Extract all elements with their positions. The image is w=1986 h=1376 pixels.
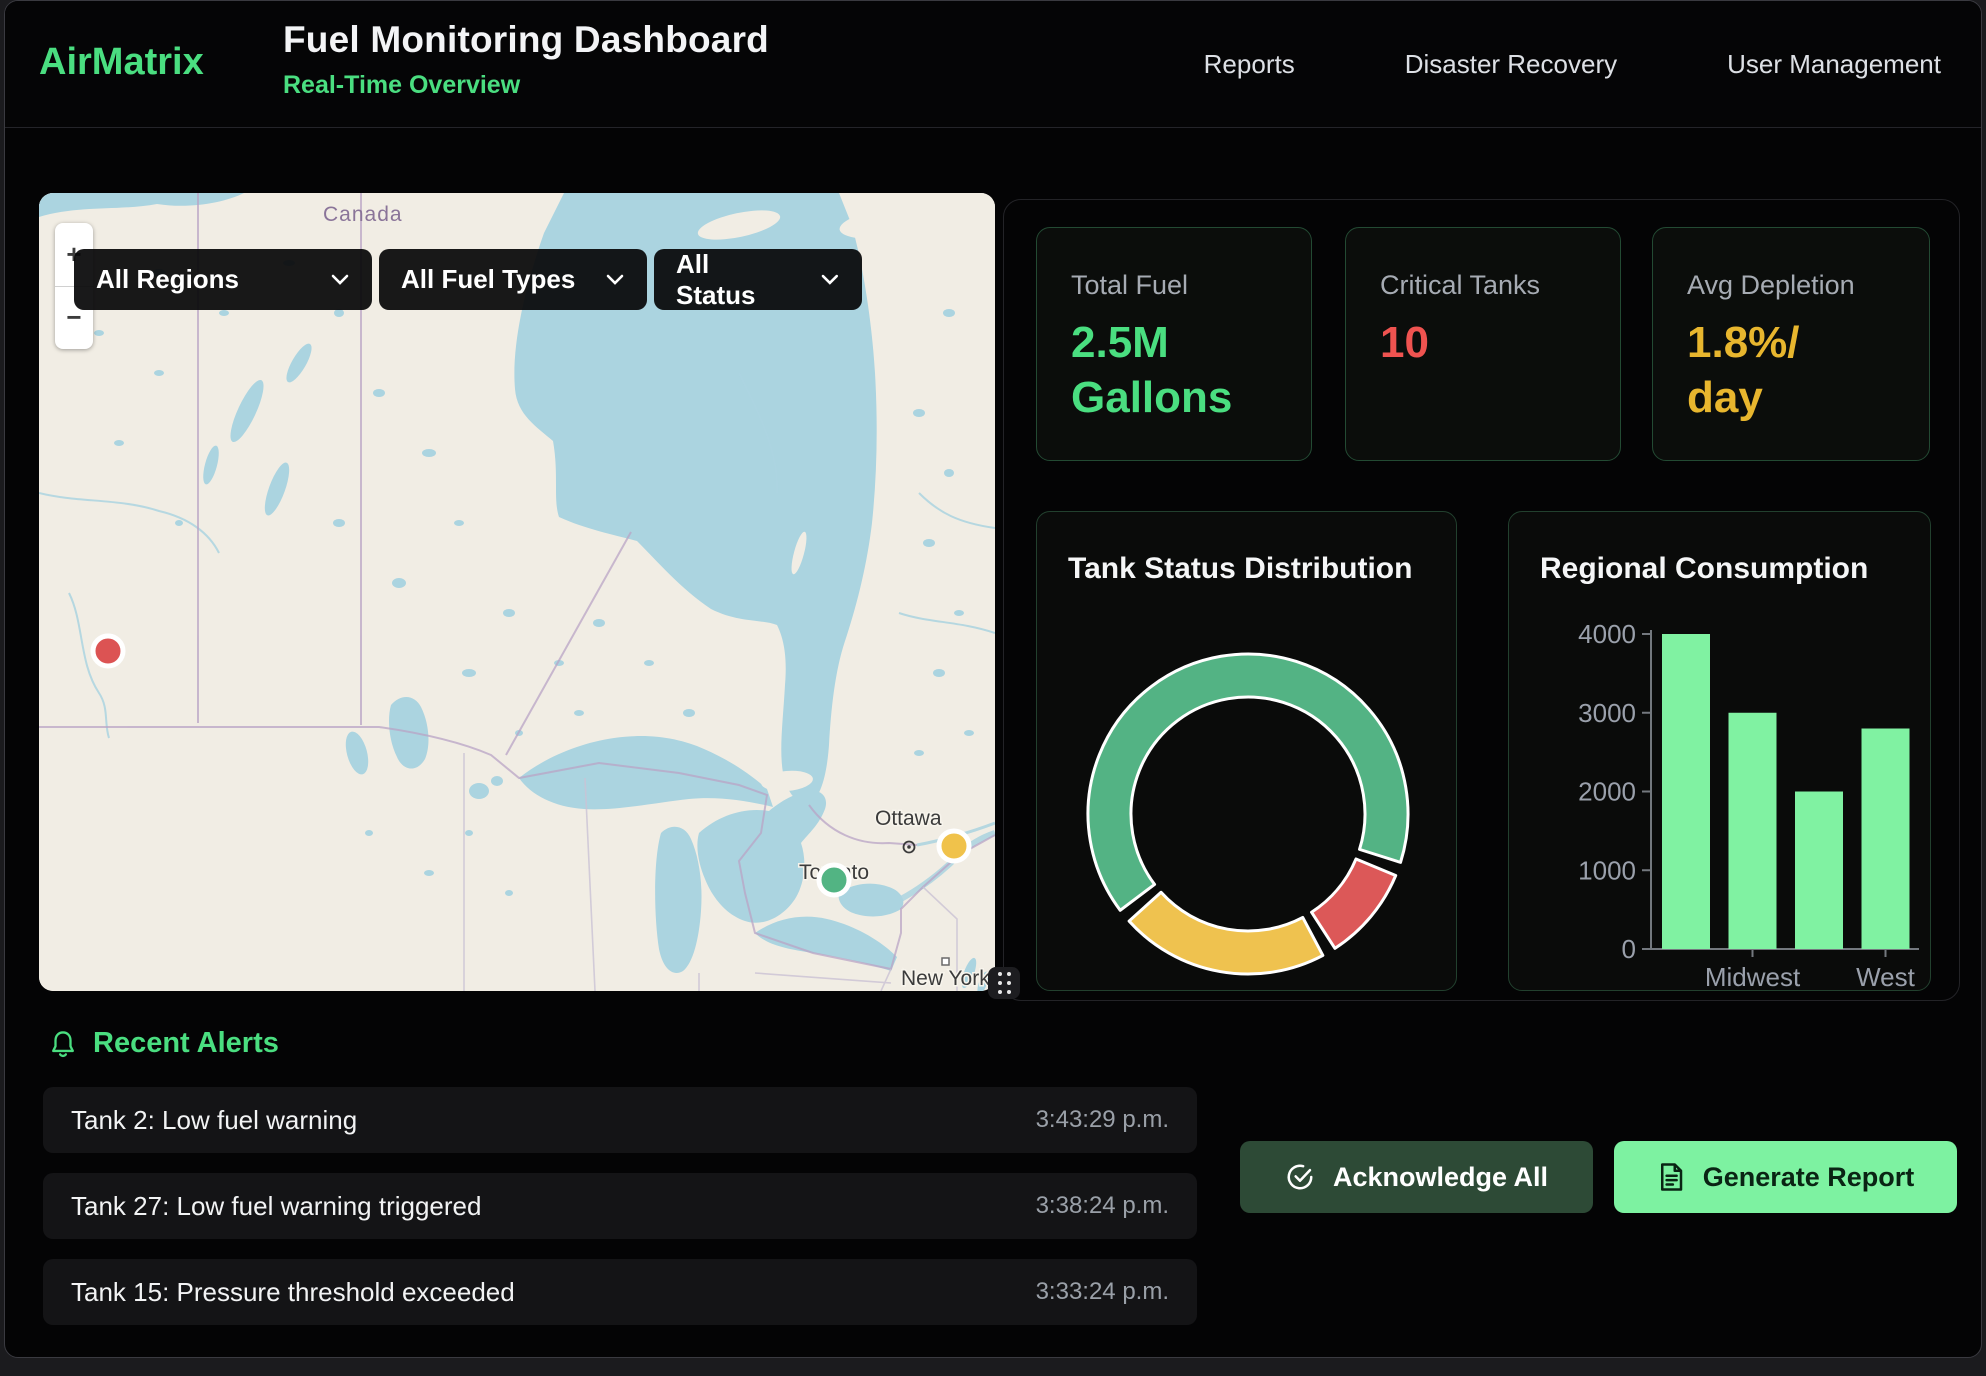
alert-message: Tank 2: Low fuel warning	[71, 1105, 357, 1136]
document-icon	[1657, 1162, 1685, 1192]
stat-label: Critical Tanks	[1380, 270, 1586, 301]
stat-card-avg-depletion: Avg Depletion 1.8%/ day	[1652, 227, 1930, 461]
dashboard: AirMatrix Fuel Monitoring Dashboard Real…	[0, 0, 1986, 1376]
alert-message: Tank 27: Low fuel warning triggered	[71, 1191, 481, 1222]
svg-text:2000: 2000	[1578, 777, 1636, 807]
alert-time: 3:38:24 p.m.	[1036, 1192, 1169, 1220]
nav-item-disaster-recovery[interactable]: Disaster Recovery	[1405, 49, 1617, 80]
bell-icon	[49, 1029, 77, 1059]
svg-text:4000: 4000	[1578, 619, 1636, 649]
newyork-town-icon	[942, 958, 949, 965]
alerts-title: Recent Alerts	[93, 1027, 279, 1060]
svg-text:Midwest: Midwest	[1705, 962, 1801, 991]
tank-marker-critical[interactable]	[93, 636, 123, 666]
regional-consumption-bar-chart: 0 1000 2000 3000 4000 Midwest West	[1509, 512, 1931, 991]
svg-text:3000: 3000	[1578, 698, 1636, 728]
stat-card-critical-tanks: Critical Tanks 10	[1345, 227, 1621, 461]
tank-status-donut-chart	[1037, 512, 1457, 991]
tank-status-chart-card: Tank Status Distribution	[1036, 511, 1457, 991]
main-nav: Reports Disaster Recovery User Managemen…	[1204, 1, 1941, 128]
stat-label: Avg Depletion	[1687, 270, 1895, 301]
stat-value: 1.8%/ day	[1687, 315, 1895, 425]
generate-report-button[interactable]: Generate Report	[1614, 1141, 1957, 1213]
map-panel[interactable]: Canada Ottawa Toronto New York + −	[39, 193, 995, 991]
resize-grip-handle[interactable]	[988, 967, 1020, 999]
generate-report-label: Generate Report	[1703, 1162, 1915, 1193]
acknowledge-all-button[interactable]: Acknowledge All	[1240, 1141, 1593, 1213]
fuel-type-filter-dropdown[interactable]: All Fuel Types	[379, 249, 647, 310]
alert-row[interactable]: Tank 2: Low fuel warning 3:43:29 p.m.	[43, 1087, 1197, 1153]
nav-item-user-management[interactable]: User Management	[1727, 49, 1941, 80]
page-title: Fuel Monitoring Dashboard	[283, 19, 769, 61]
map-label-ottawa: Ottawa	[875, 807, 942, 830]
status-filter-dropdown[interactable]: All Status	[654, 249, 862, 310]
map-canvas: Canada Ottawa Toronto New York	[39, 193, 995, 991]
brand-logo: AirMatrix	[39, 41, 204, 84]
overview-panel: Total Fuel 2.5M Gallons Critical Tanks 1…	[1003, 199, 1960, 1001]
alerts-header: Recent Alerts	[49, 1027, 279, 1060]
alert-message: Tank 15: Pressure threshold exceeded	[71, 1277, 515, 1308]
map-label-newyork: New York	[901, 967, 990, 990]
check-circle-icon	[1285, 1162, 1315, 1192]
svg-text:West: West	[1856, 962, 1916, 991]
regional-consumption-chart-card: Regional Consumption 01000200030004000Mi…	[1508, 511, 1931, 991]
alert-time: 3:43:29 p.m.	[1036, 1106, 1169, 1134]
stat-label: Total Fuel	[1071, 270, 1277, 301]
region-filter-value: All Regions	[96, 264, 239, 295]
chevron-down-icon	[820, 273, 840, 287]
acknowledge-all-label: Acknowledge All	[1333, 1162, 1548, 1193]
map-filters: All Regions All Fuel Types All Status	[74, 249, 862, 310]
chevron-down-icon	[330, 273, 350, 287]
status-filter-value: All Status	[676, 249, 794, 311]
chevron-down-icon	[605, 273, 625, 287]
stat-value: 10	[1380, 315, 1586, 370]
tank-marker-normal[interactable]	[819, 865, 849, 895]
nav-item-reports[interactable]: Reports	[1204, 49, 1295, 80]
stat-value: 2.5M Gallons	[1071, 315, 1277, 425]
tank-marker-warning[interactable]	[939, 831, 969, 861]
dashboard-shell: AirMatrix Fuel Monitoring Dashboard Real…	[4, 0, 1982, 1358]
alert-time: 3:33:24 p.m.	[1036, 1278, 1169, 1306]
fuel-filter-value: All Fuel Types	[401, 264, 575, 295]
region-filter-dropdown[interactable]: All Regions	[74, 249, 372, 310]
stat-card-total-fuel: Total Fuel 2.5M Gallons	[1036, 227, 1312, 461]
svg-text:1000: 1000	[1578, 855, 1636, 885]
svg-text:0: 0	[1622, 934, 1636, 964]
header: AirMatrix Fuel Monitoring Dashboard Real…	[5, 1, 1981, 128]
title-block: Fuel Monitoring Dashboard Real-Time Over…	[283, 19, 769, 100]
alert-row[interactable]: Tank 15: Pressure threshold exceeded 3:3…	[43, 1259, 1197, 1325]
map-label-canada: Canada	[323, 203, 403, 226]
page-subtitle: Real-Time Overview	[283, 71, 769, 100]
alert-row[interactable]: Tank 27: Low fuel warning triggered 3:38…	[43, 1173, 1197, 1239]
